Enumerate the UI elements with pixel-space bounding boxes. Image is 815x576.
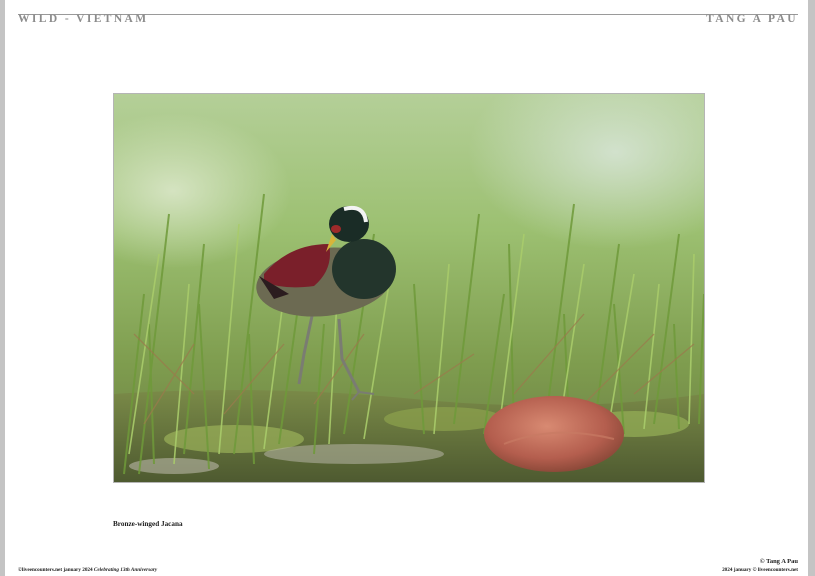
section-title: WILD - VIETNAM [18, 13, 149, 25]
magazine-page: WILD - VIETNAM TANG A PAU Bronze-winged … [5, 0, 808, 576]
footer-publication-main: ©liveencounters.net january 2024 [18, 567, 94, 573]
leaf-shape [484, 396, 624, 472]
jacana-photo-illustration [114, 94, 704, 482]
footer-publication: ©liveencounters.net january 2024 Celebra… [18, 567, 157, 573]
photo-caption: Bronze-winged Jacana [113, 520, 183, 528]
footer-anniversary: Celebrating 13th Anniversary [93, 567, 158, 573]
author-title: TANG A PAU [706, 13, 798, 25]
bird-photo [113, 93, 705, 483]
footer-photo-credit: © Tang A Pau [759, 558, 798, 565]
footer-copyright: 2024 january © liveencounters.net [722, 567, 798, 573]
